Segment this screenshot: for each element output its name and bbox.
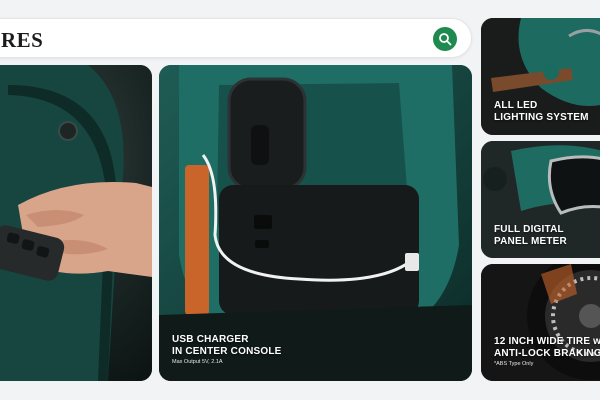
- smart-key-image: [0, 65, 152, 381]
- feature-label-line: ALL LED: [494, 100, 538, 111]
- feature-label-line: 12 INCH WIDE TIRE with: [494, 336, 600, 347]
- feature-label-line: IN CENTER CONSOLE: [172, 346, 282, 357]
- search-bar[interactable]: RES: [0, 18, 472, 58]
- search-icon: [439, 33, 452, 46]
- feature-label-line: LIGHTING SYSTEM: [494, 112, 589, 123]
- feature-card-wide-tire-abs[interactable]: 12 INCH WIDE TIRE with ANTI-LOCK BRAKING…: [481, 264, 600, 381]
- feature-card-smart-key[interactable]: [0, 65, 152, 381]
- feature-label-line: USB CHARGER: [172, 334, 249, 345]
- search-button[interactable]: [433, 27, 457, 51]
- feature-label-line: ANTI-LOCK BRAKING SY: [494, 348, 600, 359]
- feature-label-line: PANEL METER: [494, 236, 567, 247]
- feature-sublabel: Max Output 5V, 2.1A: [172, 359, 223, 365]
- feature-label-line: FULL DIGITAL: [494, 224, 564, 235]
- feature-card-digital-panel[interactable]: FULL DIGITAL PANEL METER: [481, 141, 600, 258]
- feature-sublabel: *ABS Type Only: [494, 361, 534, 367]
- feature-card-led-lighting[interactable]: ALL LED LIGHTING SYSTEM: [481, 18, 600, 135]
- search-query-text: RES: [1, 28, 44, 52]
- feature-card-usb-charger[interactable]: USB CHARGER IN CENTER CONSOLE Max Output…: [159, 65, 472, 381]
